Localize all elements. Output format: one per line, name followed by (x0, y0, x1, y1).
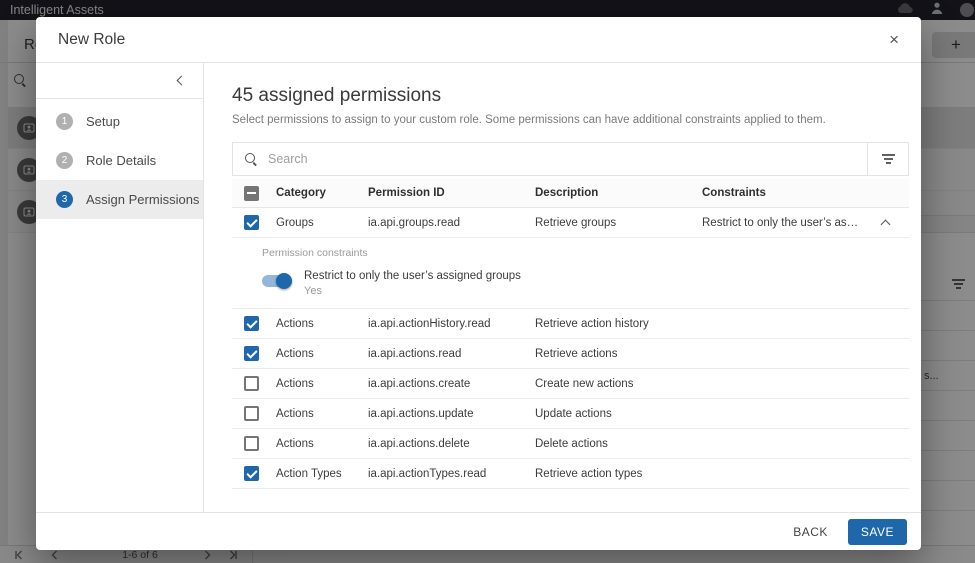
dialog-footer: BACK SAVE (36, 512, 921, 550)
column-header-constraints: Constraints (702, 187, 909, 199)
toggle-knob (276, 273, 292, 289)
permissions-table: Category Permission ID Description Const… (232, 179, 909, 489)
new-role-dialog: New Role × 1 Setup 2 Role Details (36, 17, 921, 550)
cell-description: Create new actions (535, 378, 702, 390)
column-header-category: Category (276, 187, 368, 199)
filter-icon (882, 154, 895, 164)
permission-row[interactable]: Actions ia.api.actions.read Retrieve act… (232, 339, 909, 369)
cell-permission-id: ia.api.actions.update (368, 408, 535, 420)
search-icon (233, 143, 268, 175)
cell-description: Delete actions (535, 438, 702, 450)
select-all-checkbox[interactable] (244, 186, 259, 201)
cell-category: Action Types (276, 468, 368, 480)
row-checkbox[interactable] (244, 376, 259, 391)
search-input[interactable] (268, 143, 867, 175)
dialog-header: New Role × (36, 17, 921, 63)
row-checkbox[interactable] (244, 316, 259, 331)
chevron-up-icon[interactable] (881, 220, 891, 229)
toggle-label: Restrict to only the user’s assigned gro… (304, 270, 521, 282)
permission-row[interactable]: Groups ia.api.groups.read Retrieve group… (232, 208, 909, 238)
cell-permission-id: ia.api.actionTypes.read (368, 468, 535, 480)
cell-permission-id: ia.api.actionHistory.read (368, 318, 535, 330)
permission-row[interactable]: Actions ia.api.actions.delete Delete act… (232, 429, 909, 459)
filter-button[interactable] (868, 143, 908, 175)
cell-category: Actions (276, 438, 368, 450)
step-label: Assign Permissions (86, 192, 199, 207)
toggle-value: Yes (304, 285, 521, 297)
step-role-details[interactable]: 2 Role Details (36, 141, 203, 180)
dialog-title: New Role (58, 31, 125, 49)
permission-row[interactable]: Actions ia.api.actions.update Update act… (232, 399, 909, 429)
step-number-badge: 2 (56, 152, 73, 169)
permission-row[interactable]: Actions ia.api.actions.create Create new… (232, 369, 909, 399)
cell-constraints: Restrict to only the user’s as… (702, 217, 858, 229)
step-setup[interactable]: 1 Setup (36, 102, 203, 141)
sidebar-collapse[interactable] (36, 63, 203, 99)
cell-description: Update actions (535, 408, 702, 420)
cell-permission-id: ia.api.groups.read (368, 217, 535, 229)
screen: Intelligent Assets Roles + (0, 0, 975, 563)
row-checkbox[interactable] (244, 215, 259, 230)
panel-subheading: Select permissions to assign to your cus… (232, 114, 909, 126)
row-checkbox[interactable] (244, 346, 259, 361)
permissions-searchbar (232, 142, 909, 176)
cell-category: Groups (276, 217, 368, 229)
column-header-permission-id: Permission ID (368, 187, 535, 199)
column-header-description: Description (535, 187, 702, 199)
cell-description: Retrieve actions (535, 348, 702, 360)
cell-category: Actions (276, 348, 368, 360)
row-checkbox[interactable] (244, 406, 259, 421)
row-checkbox[interactable] (244, 466, 259, 481)
back-button[interactable]: BACK (793, 525, 828, 539)
cell-permission-id: ia.api.actions.read (368, 348, 535, 360)
constraints-panel: Permission constraints Restrict to only … (232, 238, 909, 309)
chevron-left-icon (177, 76, 187, 86)
permission-row[interactable]: Action Types ia.api.actionTypes.read Ret… (232, 459, 909, 489)
step-assign-permissions[interactable]: 3 Assign Permissions (36, 180, 203, 219)
cell-category: Actions (276, 318, 368, 330)
constraint-toggle[interactable] (262, 273, 292, 289)
cell-category: Actions (276, 408, 368, 420)
cell-permission-id: ia.api.actions.delete (368, 438, 535, 450)
save-button[interactable]: SAVE (848, 519, 907, 545)
cell-permission-id: ia.api.actions.create (368, 378, 535, 390)
permission-row[interactable]: Actions ia.api.actionHistory.read Retrie… (232, 309, 909, 339)
close-icon[interactable]: × (889, 31, 899, 48)
permissions-panel: 45 assigned permissions Select permissio… (204, 63, 921, 512)
cell-description: Retrieve action types (535, 468, 702, 480)
row-checkbox[interactable] (244, 436, 259, 451)
step-label: Role Details (86, 153, 156, 168)
panel-heading: 45 assigned permissions (232, 85, 909, 107)
steps-sidebar: 1 Setup 2 Role Details 3 Assign Permissi… (36, 63, 204, 512)
step-label: Setup (86, 114, 120, 129)
cell-category: Actions (276, 378, 368, 390)
cell-description: Retrieve action history (535, 318, 702, 330)
constraints-panel-label: Permission constraints (262, 247, 909, 259)
step-number-badge: 1 (56, 113, 73, 130)
table-header-row: Category Permission ID Description Const… (232, 179, 909, 208)
step-number-badge: 3 (56, 191, 73, 208)
cell-description: Retrieve groups (535, 217, 702, 229)
